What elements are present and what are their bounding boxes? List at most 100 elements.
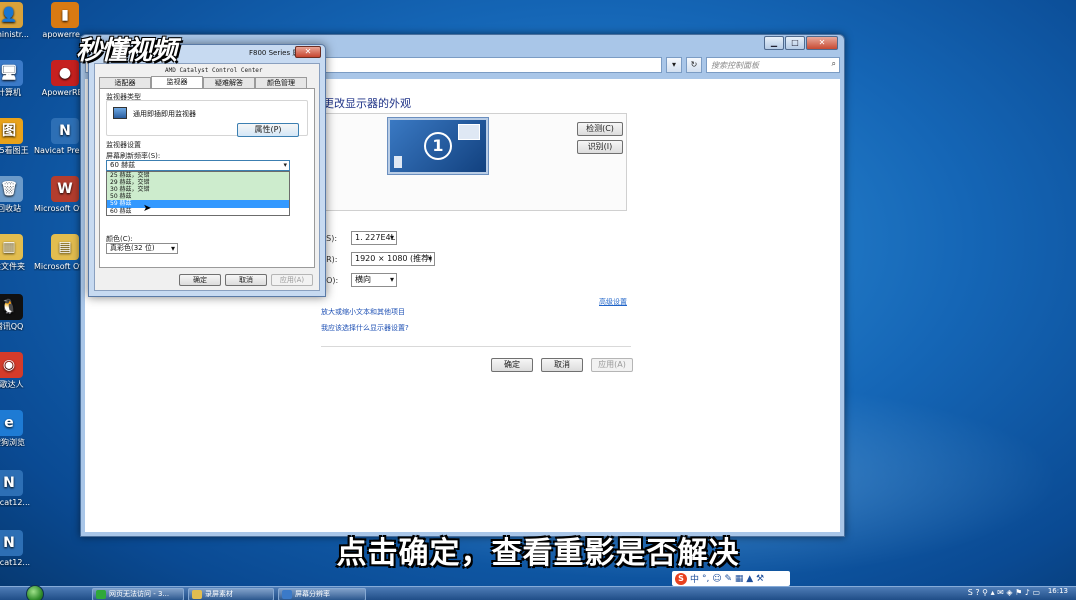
apply-button[interactable]: 应用(A) [591, 358, 633, 372]
ok-button[interactable]: 确定 [179, 274, 221, 286]
taskbar-item[interactable]: 录屏素材 [188, 588, 274, 600]
divider [321, 346, 631, 347]
monitor-tab-panel: 监视器类型 通用即插即用监视器 属性(P) 监视器设置 屏幕刷新频率(S): 6… [99, 88, 315, 268]
properties-button[interactable]: 属性(P) [237, 123, 299, 137]
orientation-select[interactable]: 横向 [351, 273, 397, 287]
display-label: (S): [323, 233, 338, 243]
refresh-icon[interactable]: ↻ [686, 57, 702, 73]
color-depth-select[interactable]: 真彩色(32 位) [106, 243, 178, 254]
tab-color-management[interactable]: 颜色管理 [255, 77, 307, 88]
video-watermark-logo: 秒懂视频 [76, 36, 177, 66]
window-footer: 确定 取消 应用(A) [491, 358, 633, 372]
cancel-button[interactable]: 取消 [225, 274, 267, 286]
monitor-type-group: 通用即插即用监视器 属性(P) [106, 100, 308, 137]
monitor-properties-dialog[interactable]: F800 Series 属性 ✕ AMD Catalyst Control Ce… [88, 44, 326, 297]
apply-button[interactable]: 应用(A) [271, 274, 313, 286]
close-icon[interactable]: ✕ [806, 36, 838, 50]
taskbar-item[interactable]: 屏幕分辨率 [278, 588, 366, 600]
dialog-body: AMD Catalyst Control Center 适配器 监视器 疑难解答… [94, 63, 320, 291]
refresh-rate-value: 60 赫兹 [110, 161, 136, 169]
taskbar-item-label: 录屏素材 [205, 590, 233, 598]
dropdown-option[interactable]: 30 赫兹，交错 [107, 186, 289, 193]
display-help-link[interactable]: 我应该选择什么显示器设置? [321, 323, 409, 333]
tab-strip: 适配器 监视器 疑难解答 颜色管理 [99, 76, 307, 88]
system-tray-icons[interactable]: S ? ⚲ ▴ ✉ ◈ ⚑ ♪ ▭ [968, 588, 1040, 597]
desktop-icon-label: K歌达人 [0, 380, 24, 389]
monitor-thumbnail[interactable]: 1 [388, 118, 488, 174]
sogou-ime-icon[interactable]: S [675, 572, 687, 585]
office-docs-icon: ▤ [51, 234, 79, 260]
display-select[interactable]: 1. 227E4L [351, 231, 397, 245]
qq-icon: 🐧 [0, 294, 23, 320]
advanced-settings-link[interactable]: 高级设置 [599, 297, 627, 307]
desktop-icon[interactable]: e 搜狗浏览 [0, 410, 40, 447]
minimize-icon[interactable]: ▁ [764, 36, 784, 50]
ime-mode-toggle[interactable]: 中 [690, 572, 699, 585]
desktop-icon-label: 腾讯QQ [0, 322, 24, 331]
taskbar-clock[interactable]: 16:13 [1048, 587, 1068, 595]
taskbar-item-label: 屏幕分辨率 [295, 590, 330, 598]
taskbar-item-label: 网页无法访问 - 3... [109, 590, 170, 598]
navicat-icon: N [51, 118, 79, 144]
apowerrec-installer-icon: ▮ [51, 2, 79, 28]
monitor-settings-group: 屏幕刷新频率(S): 60 赫兹 25 赫兹，交错 29 赫兹，交错 30 赫兹… [106, 148, 308, 274]
desktop-icon[interactable]: 🐧 腾讯QQ [0, 294, 40, 331]
navicat-installer-icon: N [0, 470, 23, 496]
computer-icon: 🖥 [0, 60, 23, 86]
tab-adapter[interactable]: 适配器 [99, 77, 151, 88]
dropdown-option-hovered[interactable]: 59 赫兹 [107, 200, 289, 208]
new-folder-icon: ▥ [0, 234, 23, 260]
search-icon[interactable]: ⌕ [832, 59, 836, 69]
start-button-icon[interactable] [26, 585, 44, 600]
resolution-setting-row: (R): 1920 × 1080 (推荐) [323, 252, 435, 266]
apowerrec-icon: ● [51, 60, 79, 86]
monitor-name: 通用即插即用监视器 [133, 110, 196, 118]
desktop-icon[interactable]: Navicat12... [0, 470, 40, 507]
image-viewer-icon: 图 [0, 118, 23, 144]
desktop-icon-label: 搜狗浏览 [0, 438, 25, 447]
text-size-link[interactable]: 放大或缩小文本和其他项目 [321, 307, 405, 317]
taskbar-app-icon [96, 590, 106, 599]
video-subtitle: 点击确定，查看重影是否解决 [336, 536, 740, 571]
identify-button[interactable]: 识别(I) [577, 140, 623, 154]
monitor-number: 1 [424, 132, 452, 160]
recycle-bin-icon: 🗑 [0, 176, 23, 202]
maximize-icon[interactable]: □ [785, 36, 805, 50]
ie-browser-icon: e [0, 410, 23, 436]
desktop-icon-label: avicat12... [0, 498, 31, 507]
dropdown-option[interactable]: 50 赫兹 [107, 193, 289, 200]
ime-toolbar[interactable]: S 中 °, ☺ ✎ ▦ ▲ ⚒ [672, 571, 790, 586]
ok-button[interactable]: 确定 [491, 358, 533, 372]
taskbar-app-icon [192, 590, 202, 599]
dropdown-option[interactable]: 29 赫兹，交错 [107, 179, 289, 186]
user-folder-icon: 👤 [0, 2, 23, 28]
resolution-select[interactable]: 1920 × 1080 (推荐) [351, 252, 435, 266]
dropdown-option[interactable]: 25 赫兹，交错 [107, 172, 289, 179]
refresh-rate-dropdown[interactable]: 25 赫兹，交错 29 赫兹，交错 30 赫兹，交错 50 赫兹 59 赫兹 6… [106, 171, 290, 216]
display-setting-row: (S): 1. 227E4L [323, 231, 397, 245]
detect-button[interactable]: 检测(C) [577, 122, 623, 136]
close-icon[interactable]: ✕ [295, 46, 321, 58]
dropdown-option[interactable]: 60 赫兹 [107, 208, 289, 215]
search-input[interactable]: 搜索控制面板 ⌕ [706, 57, 840, 73]
device-preview-icon [394, 156, 402, 168]
desktop-icon[interactable]: ◉ K歌达人 [0, 352, 40, 389]
resolution-label: (R): [323, 254, 338, 264]
ime-tool-icons[interactable]: °, ☺ ✎ ▦ ▲ ⚒ [702, 574, 764, 584]
history-dropdown-icon[interactable]: ▾ [666, 57, 682, 73]
cancel-button[interactable]: 取消 [541, 358, 583, 372]
orientation-label: (O): [323, 275, 339, 285]
window-preview-icon [458, 124, 480, 140]
tab-catalyst-control-center[interactable]: AMD Catalyst Control Center [165, 67, 263, 74]
orientation-setting-row: (O): 横向 [323, 273, 397, 287]
taskbar: 网页无法访问 - 3... 录屏素材 屏幕分辨率 S ? ⚲ ▴ ✉ ◈ ⚑ ♪ ▭… [0, 585, 1076, 600]
karaoke-icon: ◉ [0, 352, 23, 378]
tab-monitor[interactable]: 监视器 [151, 76, 203, 88]
taskbar-item[interactable]: 网页无法访问 - 3... [92, 588, 184, 600]
taskbar-app-icon [282, 590, 292, 599]
tab-troubleshoot[interactable]: 疑难解答 [203, 77, 255, 88]
office-icon: W [51, 176, 79, 202]
search-placeholder: 搜索控制面板 [711, 61, 759, 70]
refresh-rate-select[interactable]: 60 赫兹 [106, 160, 290, 171]
page-title: 更改显示器的外观 [323, 97, 411, 110]
